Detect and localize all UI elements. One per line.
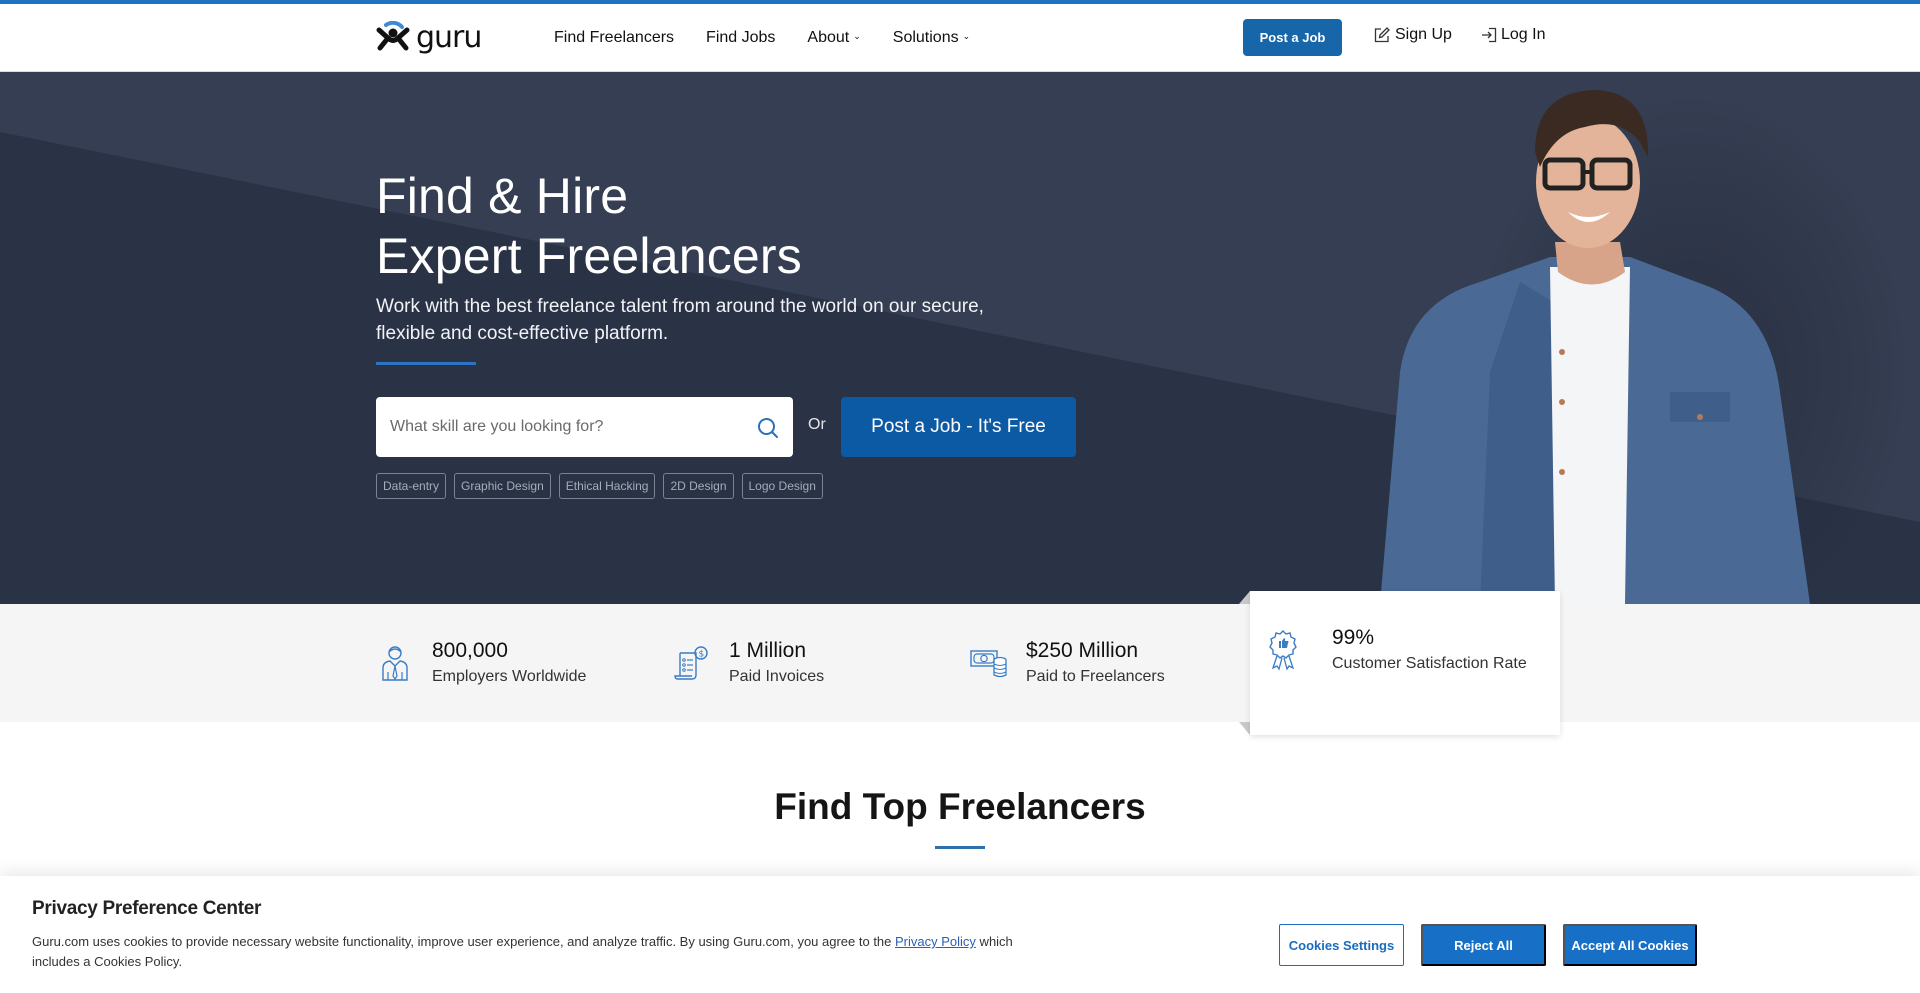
header-post-job-button[interactable]: Post a Job — [1243, 19, 1342, 56]
login-icon — [1482, 27, 1497, 43]
site-header: guru Find Freelancers Find Jobs About ⌄ S… — [0, 4, 1920, 72]
skill-tag[interactable]: Graphic Design — [454, 473, 551, 499]
stat-label: Paid to Freelancers — [1026, 668, 1165, 685]
nav-about[interactable]: About ⌄ — [807, 29, 860, 47]
skill-search-input[interactable] — [390, 418, 730, 436]
stat-number: 99% — [1332, 626, 1375, 649]
hero-subtitle: Work with the best freelance talent from… — [376, 296, 984, 344]
stat-satisfaction: 99% Customer Satisfaction Rate — [1264, 578, 1527, 722]
privacy-policy-link[interactable]: Privacy Policy — [895, 934, 976, 949]
svg-text:$: $ — [699, 650, 705, 660]
cookie-text-part: Guru.com uses cookies to provide necessa… — [32, 934, 896, 949]
guru-logo[interactable]: guru — [376, 20, 508, 56]
stat-label: Paid Invoices — [729, 668, 825, 685]
skill-tag[interactable]: Data-entry — [376, 473, 447, 499]
cookie-banner-title: Privacy Preference Center — [32, 898, 262, 919]
skill-search-box — [376, 397, 793, 457]
chevron-down-icon: ⌄ — [962, 30, 971, 41]
stat-invoices: $ 1 Million Paid Invoices — [673, 604, 824, 722]
skill-tag[interactable]: Logo Design — [741, 473, 823, 499]
popular-skill-tags: Data-entry Graphic Design Ethical Hackin… — [376, 473, 823, 499]
stat-employers: 800,000 Employers Worldwide — [376, 604, 586, 722]
stat-paid: $250 Million Paid to Freelancers — [970, 604, 1165, 722]
nav-label: Solutions — [892, 29, 959, 46]
nav-label: Find Freelancers — [554, 29, 675, 46]
or-separator: Or — [808, 416, 826, 433]
cookie-banner-text: Guru.com uses cookies to provide necessa… — [32, 932, 1032, 972]
hero-title: Find & Hire Expert Freelancers — [376, 166, 802, 286]
invoice-icon: $ — [673, 643, 711, 683]
stat-number: 1 Million — [729, 639, 807, 662]
stats-bar: 800,000 Employers Worldwide $ 1 Million … — [0, 604, 1920, 722]
employer-icon — [376, 643, 414, 683]
stat-satisfaction-card: 99% Customer Satisfaction Rate — [1250, 591, 1560, 735]
hero-section: Find & Hire Expert Freelancers Work with… — [0, 72, 1920, 604]
section-divider — [935, 846, 985, 849]
award-icon — [1264, 630, 1302, 671]
stat-number: 800,000 — [432, 639, 508, 662]
card-fold-bottom — [1239, 722, 1250, 735]
main-nav: Find Freelancers Find Jobs About ⌄ Soluti… — [554, 4, 970, 72]
nav-label: About — [807, 29, 850, 46]
sign-up-label: Sign Up — [1395, 26, 1452, 43]
stat-label: Customer Satisfaction Rate — [1332, 655, 1527, 672]
post-job-free-button[interactable]: Post a Job - It's Free — [841, 397, 1076, 457]
stat-label: Employers Worldwide — [432, 668, 587, 685]
nav-label: Find Jobs — [706, 29, 776, 46]
accept-all-cookies-button[interactable]: Accept All Cookies — [1563, 924, 1697, 966]
log-in-label: Log In — [1501, 26, 1546, 43]
cookies-settings-button[interactable]: Cookies Settings — [1279, 924, 1404, 966]
log-in-link[interactable]: Log In — [1480, 26, 1545, 44]
section-title: Find Top Freelancers — [774, 786, 1146, 827]
edit-icon — [1374, 27, 1390, 43]
guru-logo-icon: guru — [376, 21, 482, 55]
hero-divider — [376, 362, 476, 365]
hero-title-line1: Find & Hire — [376, 168, 629, 224]
reject-all-button[interactable]: Reject All — [1421, 924, 1546, 966]
sign-up-link[interactable]: Sign Up — [1373, 26, 1452, 44]
nav-solutions[interactable]: Solutions ⌄ — [893, 29, 970, 47]
hero-person-image — [1380, 90, 1910, 604]
nav-find-freelancers[interactable]: Find Freelancers — [554, 29, 674, 47]
stat-number: $250 Million — [1026, 639, 1139, 662]
hero-title-line2: Expert Freelancers — [376, 228, 802, 284]
money-icon — [970, 643, 1008, 683]
svg-text:guru: guru — [416, 21, 481, 55]
search-icon[interactable] — [757, 417, 779, 444]
cookie-banner: Privacy Preference Center Guru.com uses … — [0, 876, 1920, 993]
nav-find-jobs[interactable]: Find Jobs — [706, 29, 775, 47]
card-fold-top — [1239, 591, 1250, 604]
skill-tag[interactable]: Ethical Hacking — [558, 473, 656, 499]
skill-tag[interactable]: 2D Design — [663, 473, 734, 499]
chevron-down-icon: ⌄ — [853, 30, 861, 41]
